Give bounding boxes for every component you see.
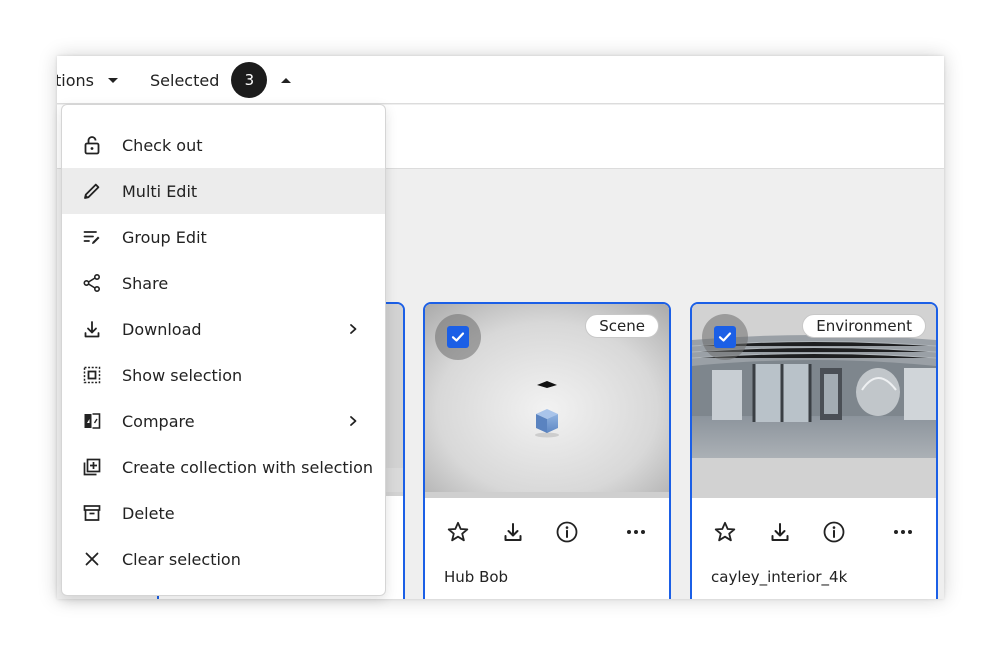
menu-item-group-edit[interactable]: Group Edit: [62, 214, 385, 260]
menu-item-download[interactable]: Download: [62, 306, 385, 352]
menu-item-delete[interactable]: Delete: [62, 490, 385, 536]
download-icon[interactable]: [766, 518, 794, 546]
caret-up-icon: [281, 77, 292, 83]
menu-item-label: Show selection: [122, 365, 243, 385]
chevron-right-icon: [346, 322, 360, 336]
actions-dropdown-label: tions: [57, 70, 94, 90]
menu-item-label: Create collection with selection: [122, 457, 374, 477]
menu-item-clear-selection[interactable]: Clear selection: [62, 536, 385, 582]
menu-item-label: Clear selection: [122, 549, 241, 569]
card-actions: [692, 510, 936, 554]
menu-item-share[interactable]: Share: [62, 260, 385, 306]
menu-item-label: Compare: [122, 411, 195, 431]
menu-item-multi-edit[interactable]: Multi Edit: [62, 168, 385, 214]
caret-down-icon: [107, 77, 118, 83]
selected-dropdown[interactable]: Selected 3: [150, 56, 292, 104]
show-selection-icon: [81, 364, 103, 386]
menu-item-check-out[interactable]: Check out: [62, 122, 385, 168]
checkbox-checked-icon: [714, 326, 736, 348]
asset-type-badge: Environment: [802, 314, 926, 338]
select-checkbox[interactable]: [435, 314, 481, 360]
share-icon: [81, 272, 103, 294]
compare-icon: [81, 410, 103, 432]
group-edit-icon: [81, 226, 103, 248]
asset-name: Hub Bob: [444, 568, 509, 586]
thumbnail-footer: [692, 492, 936, 498]
download-icon[interactable]: [499, 518, 527, 546]
top-toolbar: tions Selected 3: [57, 56, 944, 104]
asset-card[interactable]: Environment cayley_interior_4k: [690, 302, 938, 599]
menu-item-label: Multi Edit: [122, 181, 198, 201]
asset-name: cayley_interior_4k: [711, 568, 848, 586]
info-icon[interactable]: [820, 518, 848, 546]
menu-item-label: Download: [122, 319, 202, 339]
selection-actions-menu: Check out Multi Edit Group Edit Share Do…: [61, 104, 386, 596]
chevron-right-icon: [346, 414, 360, 428]
thumbnail-footer: [425, 492, 669, 498]
actions-dropdown[interactable]: tions: [57, 56, 118, 104]
favorite-star-icon[interactable]: [711, 518, 739, 546]
card-actions: [425, 510, 669, 554]
more-options-icon[interactable]: [889, 518, 917, 546]
favorite-star-icon[interactable]: [444, 518, 472, 546]
menu-item-label: Group Edit: [122, 227, 207, 247]
menu-item-label: Share: [122, 273, 169, 293]
menu-item-create-collection[interactable]: Create collection with selection: [62, 444, 385, 490]
add-collection-icon: [81, 456, 103, 478]
lock-open-icon: [81, 134, 103, 156]
more-options-icon[interactable]: [622, 518, 650, 546]
asset-type-badge: Scene: [585, 314, 659, 338]
download-icon: [81, 318, 103, 340]
pencil-icon: [81, 180, 103, 202]
archive-icon: [81, 502, 103, 524]
info-icon[interactable]: [553, 518, 581, 546]
select-checkbox[interactable]: [702, 314, 748, 360]
menu-item-label: Delete: [122, 503, 175, 523]
checkbox-checked-icon: [447, 326, 469, 348]
menu-item-compare[interactable]: Compare: [62, 398, 385, 444]
selected-count-badge: 3: [231, 62, 268, 98]
selected-label: Selected: [150, 70, 220, 90]
menu-item-label: Check out: [122, 135, 203, 155]
asset-card[interactable]: Scene Hub Bob: [423, 302, 671, 599]
close-icon: [81, 548, 103, 570]
menu-item-show-selection[interactable]: Show selection: [62, 352, 385, 398]
